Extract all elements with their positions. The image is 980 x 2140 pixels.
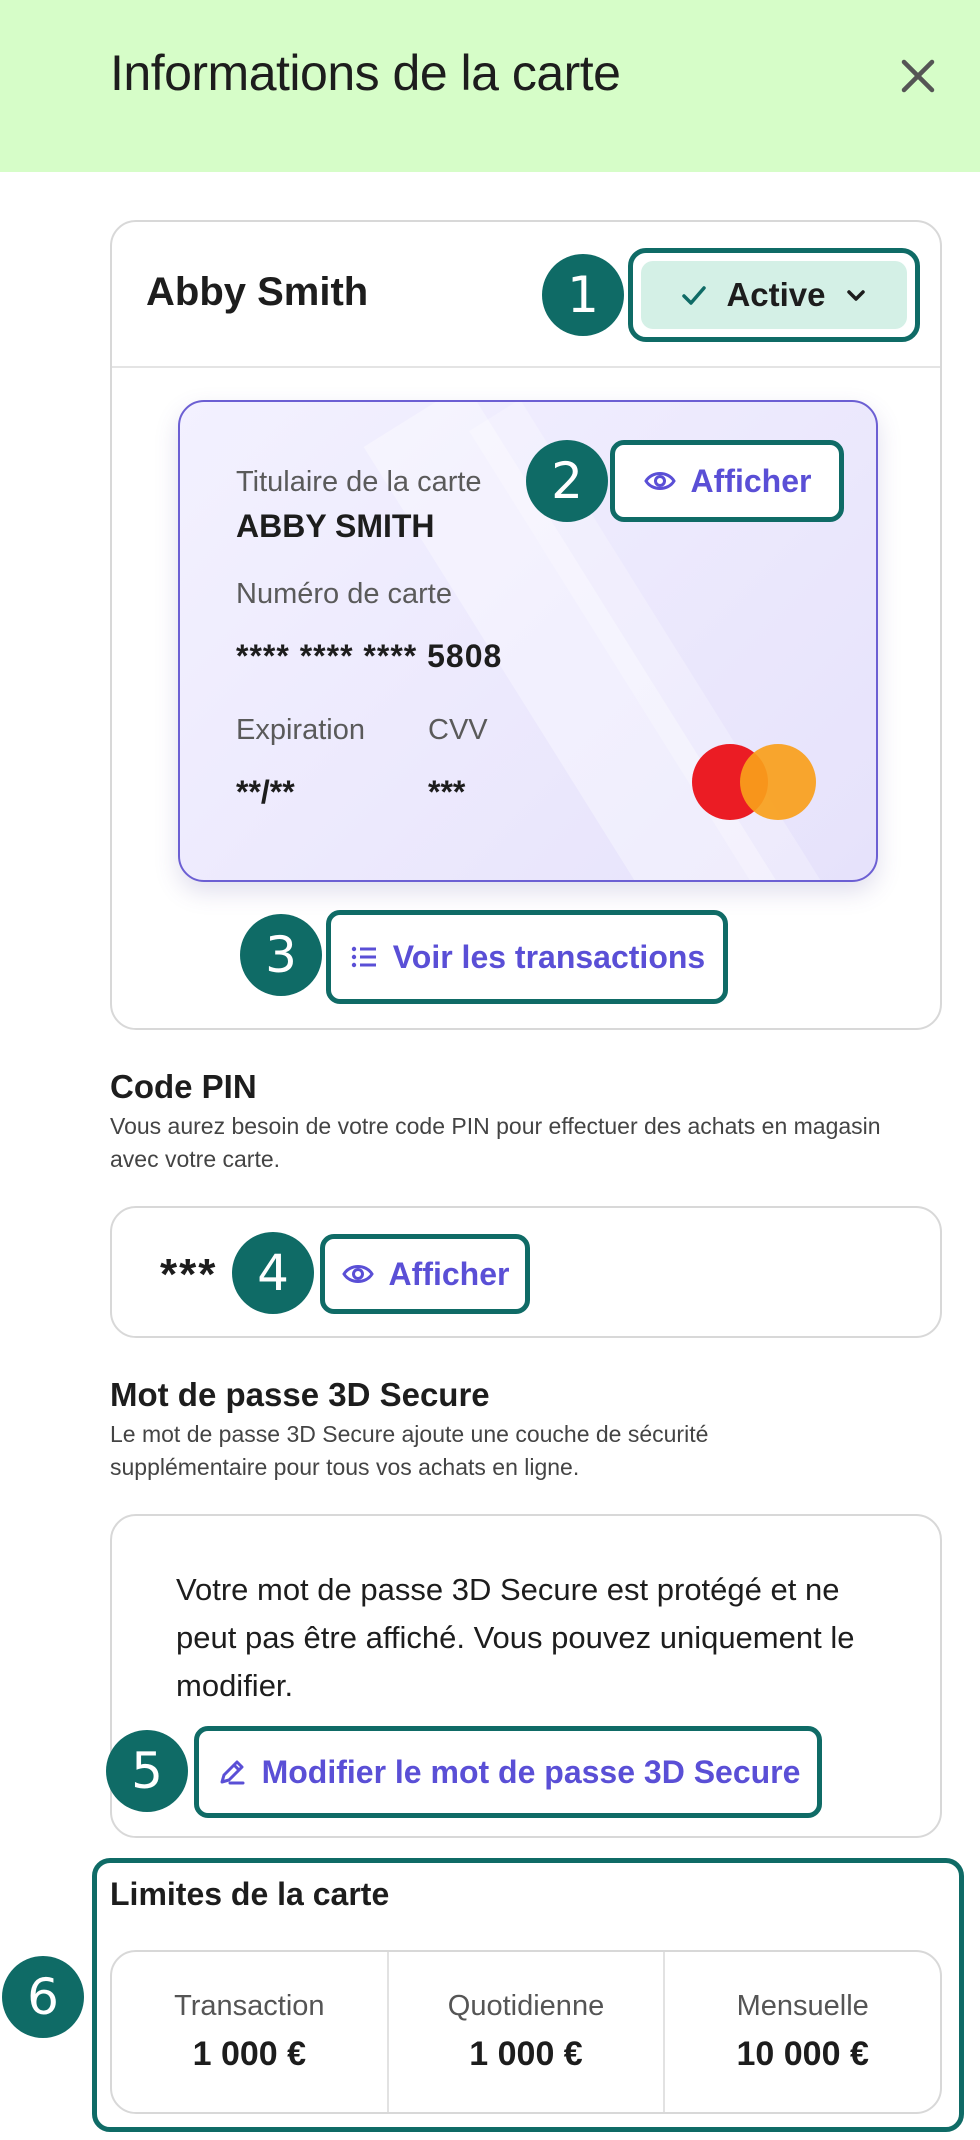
check-icon xyxy=(682,286,707,305)
status-dropdown[interactable]: Active xyxy=(641,261,907,329)
payment-card: Titulaire de la carte ABBY SMITH Numéro … xyxy=(178,400,878,882)
page-title: Informations de la carte xyxy=(110,45,621,101)
show-pin-label: Afficher xyxy=(388,1255,510,1292)
limit-value: 10 000 € xyxy=(736,2035,869,2073)
secure3d-info: Votre mot de passe 3D Secure est protégé… xyxy=(176,1572,855,1703)
limit-value: 1 000 € xyxy=(192,2035,307,2073)
show-card-details-label: Afficher xyxy=(690,462,812,499)
cvv-label: CVV xyxy=(428,714,488,746)
limit-label: Quotidienne xyxy=(447,1990,605,2022)
card-number-label: Numéro de carte xyxy=(236,578,452,610)
card-holder-name: Abby Smith xyxy=(146,270,369,314)
cvv-value: *** xyxy=(428,774,466,810)
show-card-details-button[interactable]: Afficher xyxy=(610,440,844,522)
edit-3d-secure-label: Modifier le mot de passe 3D Secure xyxy=(261,1753,801,1790)
pin-title: Code PIN xyxy=(110,1068,257,1105)
view-transactions-label: Voir les transactions xyxy=(392,938,706,975)
expiry-label: Expiration xyxy=(236,714,365,746)
close-icon xyxy=(901,59,935,93)
edit-3d-secure-button[interactable]: Modifier le mot de passe 3D Secure xyxy=(194,1726,822,1818)
limit-value: 1 000 € xyxy=(469,2035,583,2073)
limit-transaction: Transaction 1 000 € xyxy=(112,1952,387,2112)
close-button[interactable] xyxy=(896,54,940,98)
holder-value: ABBY SMITH xyxy=(236,508,435,544)
expiry-value: **/** xyxy=(236,774,295,810)
annotation-badge-3: 3 xyxy=(240,914,322,996)
header-bar: Informations de la carte xyxy=(0,0,980,172)
annotation-badge-4: 4 xyxy=(232,1232,314,1314)
mastercard-logo xyxy=(740,744,816,820)
status-dropdown-highlight: Active xyxy=(628,248,920,342)
secure3d-description: Le mot de passe 3D Secure ajoute une cou… xyxy=(110,1421,709,1480)
limit-monthly: Mensuelle 10 000 € xyxy=(663,1952,940,2112)
pin-panel: *** 4 Afficher xyxy=(110,1206,942,1338)
eye-icon xyxy=(341,1265,374,1283)
chevron-down-icon xyxy=(846,290,865,301)
list-icon xyxy=(351,946,376,968)
pencil-icon xyxy=(220,1760,245,1785)
limits-panel: Transaction 1 000 € Quotidienne 1 000 € … xyxy=(110,1950,942,2114)
annotation-badge-1: 1 xyxy=(542,254,624,336)
holder-label: Titulaire de la carte xyxy=(236,466,482,498)
annotation-badge-6: 6 xyxy=(2,1956,84,2038)
status-label: Active xyxy=(726,276,826,313)
pin-description: Vous aurez besoin de votre code PIN pour… xyxy=(110,1113,881,1172)
secure3d-title: Mot de passe 3D Secure xyxy=(110,1376,490,1413)
limits-title: Limites de la carte xyxy=(110,1876,390,1912)
annotation-badge-5: 5 xyxy=(106,1730,188,1812)
eye-icon xyxy=(643,472,676,490)
pin-value: *** xyxy=(160,1250,218,1299)
annotation-badge-2: 2 xyxy=(526,440,608,522)
divider xyxy=(112,366,940,368)
view-transactions-button[interactable]: Voir les transactions xyxy=(326,910,728,1004)
limit-label: Mensuelle xyxy=(736,1990,869,2022)
card-panel: Abby Smith 1 Active Titulaire de la cart… xyxy=(110,220,942,1030)
card-number-value: **** **** **** 5808 xyxy=(236,638,503,674)
limit-daily: Quotidienne 1 000 € xyxy=(386,1952,664,2112)
secure3d-panel: Votre mot de passe 3D Secure est protégé… xyxy=(106,1514,942,1838)
show-pin-button[interactable]: Afficher xyxy=(320,1234,530,1314)
limit-label: Transaction xyxy=(174,1990,325,2022)
